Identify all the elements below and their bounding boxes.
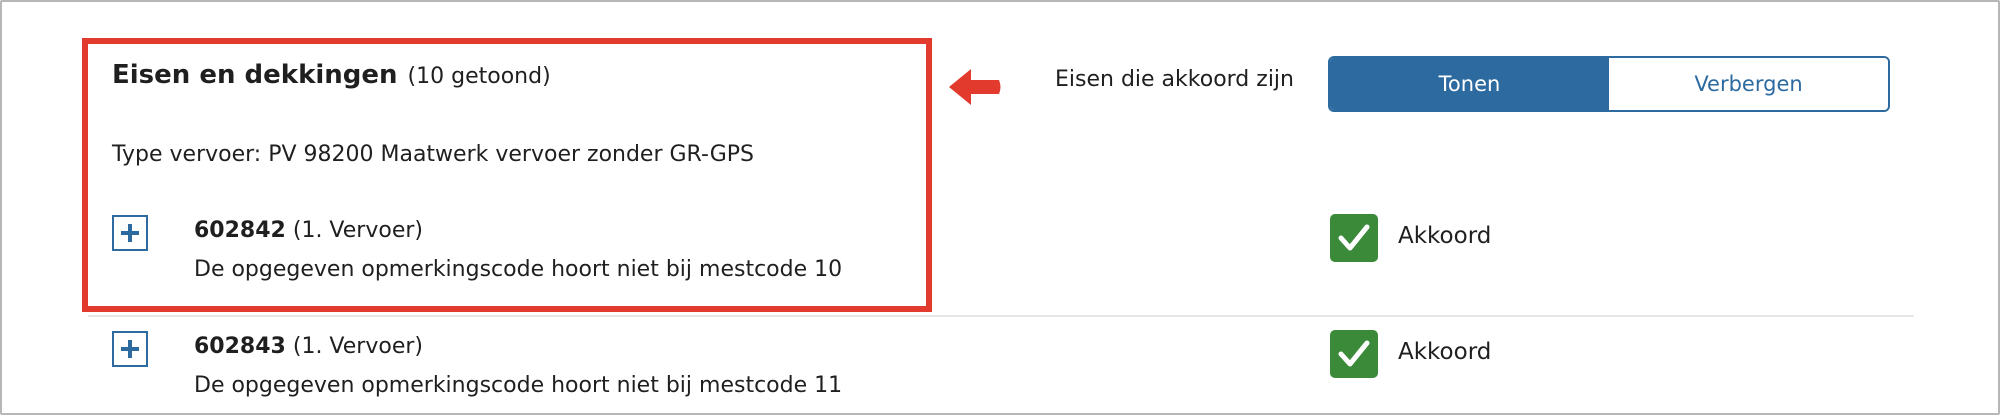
requirement-heading: 602843 (1. Vervoer) bbox=[194, 334, 423, 359]
requirement-row: 602843 (1. Vervoer) De opgegeven opmerki… bbox=[0, 0, 2000, 398]
status-check bbox=[1330, 330, 1378, 378]
requirement-description: De opgegeven opmerkingscode hoort niet b… bbox=[194, 257, 843, 282]
requirement-heading: 602842 (1. Vervoer) bbox=[194, 218, 423, 243]
status-label: Akkoord bbox=[1398, 223, 1492, 249]
requirement-category: (1. Vervoer) bbox=[292, 334, 423, 359]
row-divider bbox=[88, 315, 1914, 317]
plus-icon bbox=[121, 340, 139, 358]
transport-type: Type vervoer: PV 98200 Maatwerk vervoer … bbox=[112, 142, 754, 167]
checkmark-icon bbox=[1338, 340, 1370, 367]
requirement-code: 602842 bbox=[194, 218, 286, 243]
requirement-category: (1. Vervoer) bbox=[292, 218, 423, 243]
status-label: Akkoord bbox=[1398, 339, 1492, 365]
expand-button[interactable] bbox=[112, 215, 148, 251]
status-check bbox=[1330, 214, 1378, 262]
requirement-description: De opgegeven opmerkingscode hoort niet b… bbox=[194, 373, 843, 398]
plus-icon bbox=[121, 224, 139, 242]
requirement-code: 602843 bbox=[194, 334, 286, 359]
checkmark-icon bbox=[1338, 224, 1370, 251]
expand-button[interactable] bbox=[112, 331, 148, 367]
